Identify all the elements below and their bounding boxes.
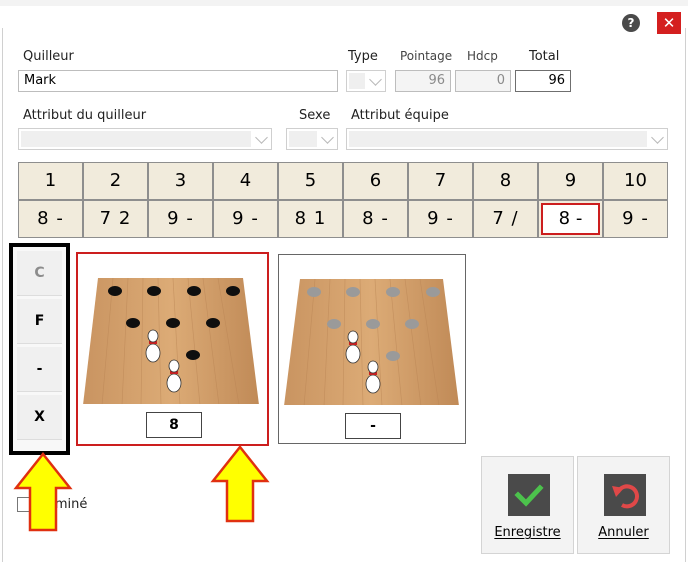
- frame-number: 8: [473, 162, 538, 200]
- pin-hole: [426, 287, 440, 297]
- cancel-button[interactable]: Annuler: [577, 456, 670, 554]
- frame-number: 9: [538, 162, 603, 200]
- hdcp-label: Hdcp: [467, 49, 498, 63]
- frame-score[interactable]: 8 1: [278, 200, 343, 238]
- chevron-down-icon: [651, 131, 664, 144]
- quick-button-f[interactable]: F: [17, 299, 62, 344]
- pin-hole: [327, 319, 341, 329]
- pin-hole: [108, 286, 122, 296]
- bowler-attribute-label: Attribut du quilleur: [23, 108, 147, 123]
- pin-hole: [147, 286, 161, 296]
- quick-button-c[interactable]: C: [17, 251, 62, 296]
- frame-score[interactable]: 8 -: [343, 200, 408, 238]
- pin-hole: [166, 318, 180, 328]
- total-label: Total: [529, 49, 560, 64]
- sexe-select[interactable]: [286, 128, 338, 150]
- pin-hole: [187, 286, 201, 296]
- roll-2-value[interactable]: -: [345, 413, 401, 439]
- pin-hole: [126, 318, 140, 328]
- pin-hole: [405, 319, 419, 329]
- pin-hole: [186, 350, 200, 360]
- frame-score[interactable]: 9 -: [603, 200, 668, 238]
- yellow-arrow-annotation: [210, 445, 270, 523]
- roll-1-lane-diagram: [83, 277, 259, 404]
- bowler-attribute-value: [21, 131, 251, 147]
- save-label: Enregistre: [494, 525, 561, 540]
- team-attribute-value: [349, 131, 647, 147]
- bowler-attribute-select[interactable]: [18, 128, 272, 150]
- roll-1-value[interactable]: 8: [146, 412, 202, 438]
- pin-hole: [366, 319, 380, 329]
- pin-hole: [386, 351, 400, 361]
- sexe-label: Sexe: [299, 108, 331, 123]
- frame-number: 10: [603, 162, 668, 200]
- frame-score[interactable]: 7 /: [473, 200, 538, 238]
- team-attribute-label: Attribut équipe: [351, 108, 449, 123]
- frame-number: 3: [148, 162, 213, 200]
- frame-number: 1: [18, 162, 83, 200]
- quick-entry-panel: C F - X: [9, 243, 70, 455]
- roll-2-pin-panel[interactable]: -: [278, 254, 466, 444]
- frame-number: 6: [343, 162, 408, 200]
- frame-score[interactable]: 8 -: [18, 200, 83, 238]
- frame-score[interactable]: 9 -: [148, 200, 213, 238]
- dialog-titlebar: ? ✕: [0, 6, 688, 34]
- frame-number: 2: [83, 162, 148, 200]
- type-label: Type: [348, 49, 378, 64]
- pin-hole: [307, 287, 321, 297]
- bowler-name-field[interactable]: Mark: [18, 70, 338, 92]
- type-select-value: [349, 73, 365, 89]
- sexe-value: [289, 131, 317, 147]
- total-field: 96: [515, 70, 571, 92]
- undo-icon: [604, 474, 646, 516]
- pin-hole: [386, 287, 400, 297]
- standing-pin: [365, 360, 381, 394]
- pointage-label: Pointage: [400, 49, 453, 63]
- pin-hole: [226, 286, 240, 296]
- chevron-down-icon: [369, 73, 382, 86]
- cancel-label: Annuler: [598, 525, 649, 540]
- type-select[interactable]: [346, 70, 386, 92]
- frame-score[interactable]: 9 -: [408, 200, 473, 238]
- pin-hole: [206, 318, 220, 328]
- check-icon: [508, 474, 550, 516]
- standing-pin: [145, 329, 161, 363]
- quick-button-dash[interactable]: -: [17, 347, 62, 392]
- frame-score[interactable]: 7 2: [83, 200, 148, 238]
- quick-button-x[interactable]: X: [17, 395, 62, 440]
- pin-hole: [346, 287, 360, 297]
- frame-score[interactable]: 9 -: [213, 200, 278, 238]
- bowler-label: Quilleur: [23, 49, 74, 64]
- pointage-field: 96: [395, 70, 451, 92]
- standing-pin: [345, 330, 361, 364]
- roll-2-lane-diagram: [284, 278, 459, 405]
- frame-number: 5: [278, 162, 343, 200]
- yellow-arrow-annotation: [13, 452, 73, 532]
- chevron-down-icon: [321, 131, 334, 144]
- frame-number: 7: [408, 162, 473, 200]
- save-button[interactable]: Enregistre: [481, 456, 574, 554]
- frame-number: 4: [213, 162, 278, 200]
- roll-1-pin-panel[interactable]: 8: [76, 252, 269, 446]
- selected-frame-score[interactable]: 8 -: [541, 203, 600, 235]
- chevron-down-icon: [255, 131, 268, 144]
- hdcp-field: 0: [455, 70, 511, 92]
- standing-pin: [166, 359, 182, 393]
- team-attribute-select[interactable]: [346, 128, 668, 150]
